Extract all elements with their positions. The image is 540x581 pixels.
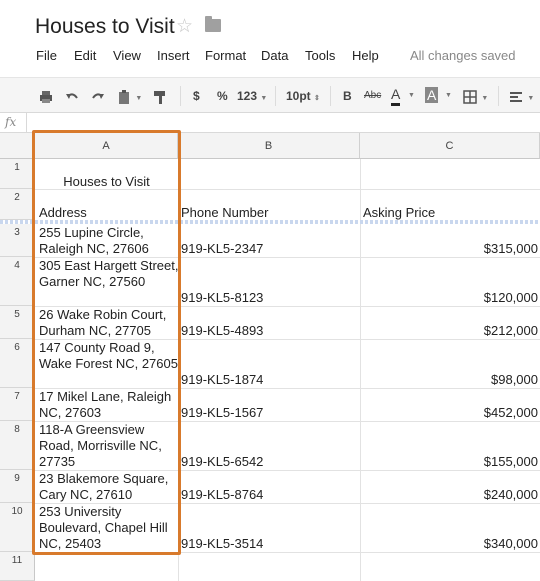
align-icon[interactable]: ▼: [508, 86, 534, 106]
row-gridline: [35, 552, 540, 553]
save-status: All changes saved: [410, 48, 516, 63]
undo-icon[interactable]: [64, 86, 80, 106]
print-icon[interactable]: [38, 86, 54, 106]
cell-a10[interactable]: 253 University Boulevard, Chapel Hill NC…: [39, 504, 179, 552]
paint-format-icon[interactable]: [152, 86, 168, 106]
cell-a2[interactable]: Address: [39, 205, 87, 221]
row-header-3[interactable]: 3: [0, 224, 35, 257]
row-header-8[interactable]: 8: [0, 421, 35, 470]
cell-a1[interactable]: Houses to Visit: [35, 174, 178, 190]
cell-b3[interactable]: 919-KL5-2347: [181, 241, 263, 257]
redo-icon[interactable]: [90, 86, 106, 106]
toolbar: ▼ $ % 123 ▼ 10pt ⇕ B Abc A ▼ A ▼ ▼ ▼: [0, 77, 540, 113]
menu-help[interactable]: Help: [352, 48, 379, 63]
paste-icon[interactable]: ▼: [116, 86, 142, 106]
menu-edit[interactable]: Edit: [74, 48, 96, 63]
toolbar-divider: [275, 86, 276, 106]
cell-b7[interactable]: 919-KL5-1567: [181, 405, 263, 421]
chevron-down-icon: ▼: [260, 95, 268, 102]
menu-data[interactable]: Data: [261, 48, 288, 63]
row-header-7[interactable]: 7: [0, 388, 35, 421]
spreadsheet-grid: A B C 1 2 3 4 5 6 7 8 9 10 11 Houses to …: [0, 133, 540, 581]
toolbar-divider: [498, 86, 499, 106]
cell-c3[interactable]: $315,000: [360, 241, 538, 257]
text-color-button[interactable]: A: [391, 86, 401, 106]
font-size-label: 10pt: [286, 89, 311, 103]
cell-b4[interactable]: 919-KL5-8123: [181, 290, 263, 306]
currency-format-button[interactable]: $: [193, 86, 200, 106]
cell-b2[interactable]: Phone Number: [181, 205, 268, 221]
menu-tools[interactable]: Tools: [305, 48, 335, 63]
toolbar-divider: [330, 86, 331, 106]
cell-a5[interactable]: 26 Wake Robin Court, Durham NC, 27705: [39, 307, 179, 339]
row-header-4[interactable]: 4: [0, 257, 35, 306]
row-header-9[interactable]: 9: [0, 470, 35, 503]
column-header-c[interactable]: C: [360, 133, 540, 159]
star-icon[interactable]: ☆: [176, 15, 193, 38]
formula-divider: [26, 113, 27, 133]
cell-a8[interactable]: 118-A Greensview Road, Morrisville NC, 2…: [39, 422, 179, 470]
fx-icon: fx: [5, 115, 17, 129]
row-header-6[interactable]: 6: [0, 339, 35, 388]
cell-c6[interactable]: $98,000: [360, 372, 538, 388]
document-title[interactable]: Houses to Visit: [35, 15, 175, 39]
cell-b5[interactable]: 919-KL5-4893: [181, 323, 263, 339]
menu-file[interactable]: File: [36, 48, 57, 63]
row-header-1[interactable]: 1: [0, 159, 35, 189]
row-header-10[interactable]: 10: [0, 503, 35, 552]
cell-c10[interactable]: $340,000: [360, 536, 538, 552]
cell-c7[interactable]: $452,000: [360, 405, 538, 421]
percent-format-button[interactable]: %: [217, 86, 228, 106]
spinner-icon: ⇕: [314, 95, 320, 102]
cell-c4[interactable]: $120,000: [360, 290, 538, 306]
font-size-select[interactable]: 10pt ⇕: [286, 86, 320, 106]
row-header-2[interactable]: 2: [0, 189, 35, 220]
number-format-button[interactable]: 123 ▼: [237, 86, 267, 106]
menu-bar: File Edit View Insert Format Data Tools …: [0, 42, 540, 72]
cell-a3[interactable]: 255 Lupine Circle, Raleigh NC, 27606: [39, 225, 179, 257]
borders-icon[interactable]: ▼: [462, 86, 488, 106]
cell-c5[interactable]: $212,000: [360, 323, 538, 339]
column-header-b[interactable]: B: [178, 133, 360, 159]
menu-insert[interactable]: Insert: [157, 48, 190, 63]
title-bar: Houses to Visit ☆: [0, 0, 540, 42]
cell-b10[interactable]: 919-KL5-3514: [181, 536, 263, 552]
cell-c2[interactable]: Asking Price: [363, 205, 435, 221]
toolbar-divider: [180, 86, 181, 106]
row-header-5[interactable]: 5: [0, 306, 35, 339]
select-all-corner[interactable]: [0, 133, 35, 159]
cell-a6[interactable]: 147 County Road 9, Wake Forest NC, 27605: [39, 340, 179, 372]
cell-a4[interactable]: 305 East Hargett Street, Garner NC, 2756…: [39, 258, 179, 290]
number-format-label: 123: [237, 89, 258, 103]
cell-b8[interactable]: 919-KL5-6542: [181, 454, 263, 470]
cell-b9[interactable]: 919-KL5-8764: [181, 487, 263, 503]
chevron-down-icon[interactable]: ▼: [445, 86, 452, 106]
fill-color-button[interactable]: A: [425, 87, 439, 103]
column-header-a[interactable]: A: [35, 133, 178, 159]
bold-button[interactable]: B: [343, 86, 352, 106]
formula-bar: fx: [0, 113, 540, 133]
cell-a9[interactable]: 23 Blakemore Square, Cary NC, 27610: [39, 471, 179, 503]
cell-a7[interactable]: 17 Mikel Lane, Raleigh NC, 27603: [39, 389, 179, 421]
chevron-down-icon[interactable]: ▼: [408, 86, 415, 106]
cell-c9[interactable]: $240,000: [360, 487, 538, 503]
folder-icon[interactable]: [205, 16, 221, 32]
row-header-11[interactable]: 11: [0, 552, 35, 581]
cell-c8[interactable]: $155,000: [360, 454, 538, 470]
cell-b6[interactable]: 919-KL5-1874: [181, 372, 263, 388]
menu-format[interactable]: Format: [205, 48, 246, 63]
strikethrough-button[interactable]: Abc: [364, 86, 381, 106]
menu-view[interactable]: View: [113, 48, 141, 63]
